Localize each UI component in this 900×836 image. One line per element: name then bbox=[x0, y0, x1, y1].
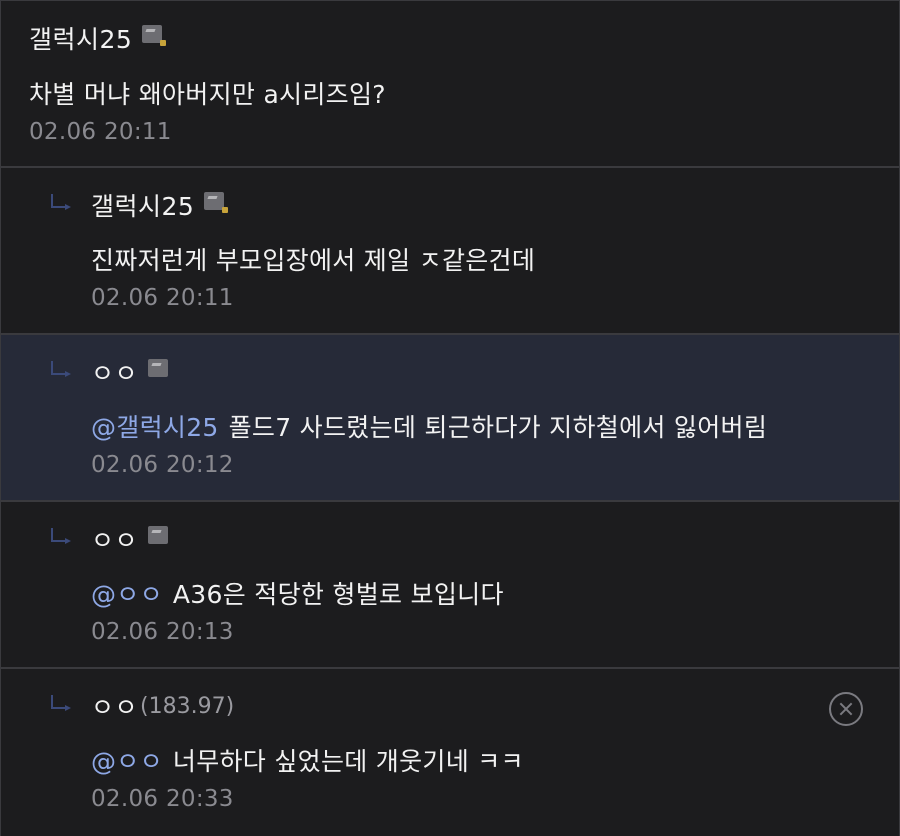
comment-text: 진짜저런게 부모입장에서 제일 ㅈ같은건데 bbox=[91, 241, 535, 277]
comment-item: 갤럭시25 차별 머냐 왜아버지만 a시리즈임? 02.06 20:11 bbox=[0, 0, 900, 168]
comment-body: 진짜저런게 부모입장에서 제일 ㅈ같은건데 bbox=[91, 246, 536, 275]
gallery-badge-icon bbox=[204, 192, 229, 213]
comment-author[interactable]: 갤럭시25 bbox=[29, 20, 132, 56]
comment-text: @ㅇㅇ 너무하다 싶었는데 개웃기네 ㅋㅋ bbox=[91, 742, 524, 778]
comment-header: ㅇㅇ bbox=[91, 521, 169, 557]
mention-link[interactable]: @ㅇㅇ bbox=[91, 580, 163, 609]
comment-header: ㅇㅇ bbox=[91, 354, 169, 390]
reply-arrow-icon bbox=[51, 361, 71, 377]
comment-author[interactable]: ㅇㅇ bbox=[91, 521, 138, 557]
comment-header: 갤럭시25 bbox=[29, 20, 167, 56]
comment-timestamp: 02.06 20:13 bbox=[91, 619, 234, 645]
mention-link[interactable]: @갤럭시25 bbox=[91, 413, 219, 442]
reply-arrow-icon bbox=[51, 528, 71, 544]
delete-icon[interactable] bbox=[829, 692, 863, 726]
comment-header: 갤럭시25 bbox=[91, 187, 229, 223]
comment-thread: 갤럭시25 차별 머냐 왜아버지만 a시리즈임? 02.06 20:11 갤럭시… bbox=[0, 0, 900, 836]
comment-ip: (183.97) bbox=[140, 693, 235, 719]
comment-text: 차별 머냐 왜아버지만 a시리즈임? bbox=[29, 75, 386, 111]
reply-item: ㅇㅇ (183.97) @ㅇㅇ 너무하다 싶었는데 개웃기네 ㅋㅋ 02.06 2… bbox=[0, 669, 900, 836]
comment-body: 너무하다 싶었는데 개웃기네 ㅋㅋ bbox=[172, 747, 524, 776]
comment-timestamp: 02.06 20:12 bbox=[91, 452, 234, 478]
comment-author[interactable]: 갤럭시25 bbox=[91, 187, 194, 223]
reply-arrow-icon bbox=[51, 695, 71, 711]
reply-item: ㅇㅇ @ㅇㅇ A36은 적당한 형벌로 보입니다 02.06 20:13 bbox=[0, 502, 900, 669]
comment-author[interactable]: ㅇㅇ bbox=[91, 688, 138, 724]
gallery-badge-icon bbox=[148, 359, 169, 377]
reply-arrow-icon bbox=[51, 194, 71, 210]
comment-body: 폴드7 사드렸는데 퇴근하다가 지하철에서 잃어버림 bbox=[228, 413, 768, 442]
comment-timestamp: 02.06 20:11 bbox=[91, 285, 234, 311]
reply-item-highlighted: ㅇㅇ @갤럭시25 폴드7 사드렸는데 퇴근하다가 지하철에서 잃어버림 02.0… bbox=[0, 335, 900, 502]
comment-timestamp: 02.06 20:11 bbox=[29, 119, 172, 145]
comment-body: 차별 머냐 왜아버지만 a시리즈임? bbox=[29, 80, 386, 109]
gallery-badge-icon bbox=[148, 526, 169, 544]
reply-item: 갤럭시25 진짜저런게 부모입장에서 제일 ㅈ같은건데 02.06 20:11 bbox=[0, 168, 900, 335]
comment-header: ㅇㅇ (183.97) bbox=[91, 689, 234, 723]
comment-text: @갤럭시25 폴드7 사드렸는데 퇴근하다가 지하철에서 잃어버림 bbox=[91, 408, 767, 444]
mention-link[interactable]: @ㅇㅇ bbox=[91, 747, 163, 776]
comment-body: A36은 적당한 형벌로 보입니다 bbox=[172, 580, 504, 609]
comment-author[interactable]: ㅇㅇ bbox=[91, 354, 138, 390]
comment-text: @ㅇㅇ A36은 적당한 형벌로 보입니다 bbox=[91, 575, 504, 611]
gallery-badge-icon bbox=[142, 25, 167, 46]
comment-timestamp: 02.06 20:33 bbox=[91, 786, 234, 812]
